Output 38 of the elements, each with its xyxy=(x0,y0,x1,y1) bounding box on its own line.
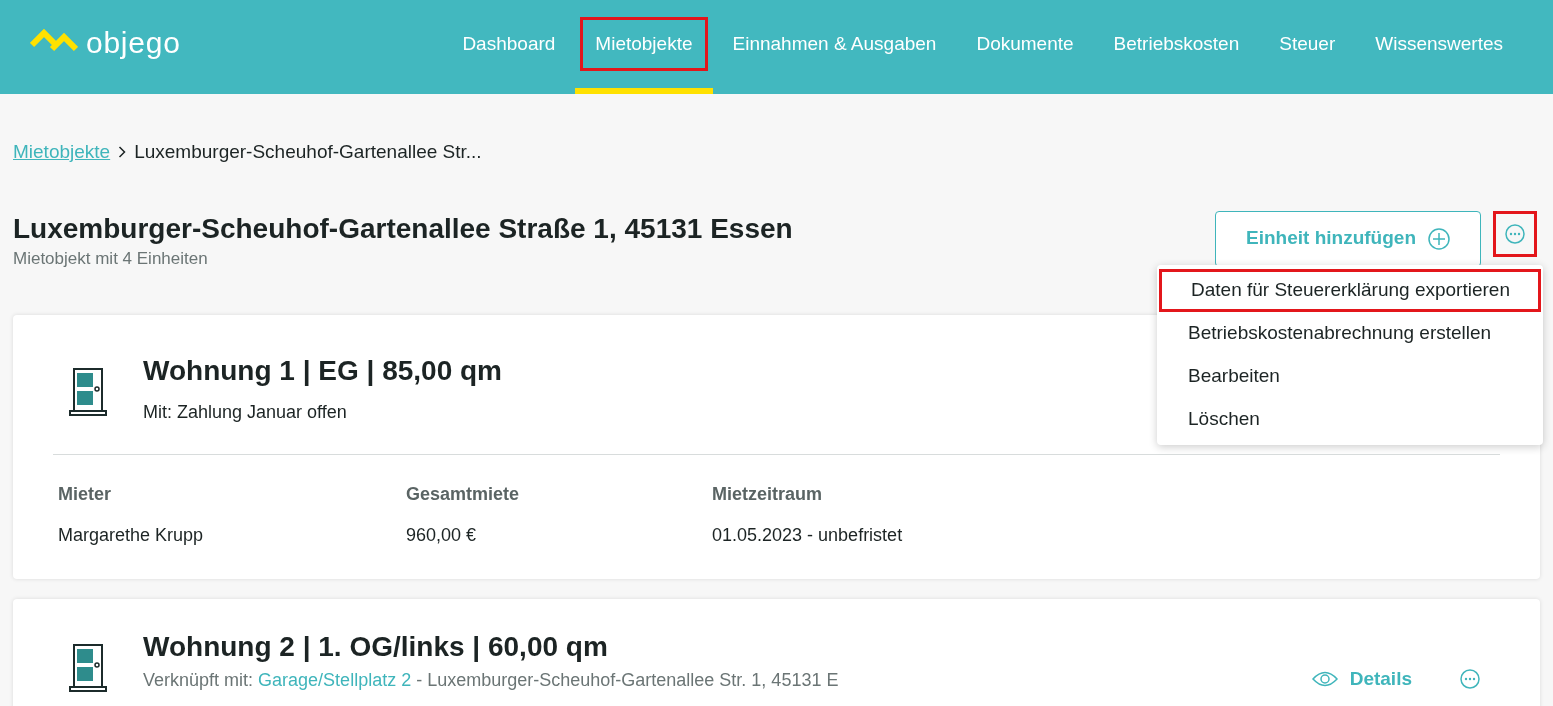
column-value: 960,00 € xyxy=(406,524,478,547)
menu-item[interactable]: Bearbeiten xyxy=(1159,354,1541,398)
linked-info: Verknüpft mit: Garage/Stellplatz 2 - Luxemburger-Scheuhof-Gartenallee Str. 1, 45131 E xyxy=(143,669,839,692)
eye-icon xyxy=(1311,670,1338,689)
unit-title: Wohnung 2 | 1. OG/links | 60,00 qm xyxy=(143,630,608,664)
logo-text: objego xyxy=(86,24,181,61)
breadcrumb-current: Luxemburger-Scheuhof-Gartenallee Str... xyxy=(134,140,482,164)
door-icon xyxy=(69,367,107,417)
page-title: Luxemburger-Scheuhof-Gartenallee Straße 1, 45131 Essen xyxy=(13,211,793,246)
column-value: Margarethe Krupp xyxy=(58,524,205,547)
menu-item[interactable]: Betriebskostenabrechnung erstellen xyxy=(1159,311,1541,355)
nav-tab[interactable]: Dokumente xyxy=(956,0,1094,94)
nav-tab[interactable]: Betriebskosten xyxy=(1093,0,1260,94)
nav-tab[interactable]: Dashboard xyxy=(442,0,576,94)
menu-item[interactable]: Löschen xyxy=(1159,397,1541,441)
chevron-icon xyxy=(118,146,127,159)
nav-tab[interactable]: Einnahmen & Ausgaben xyxy=(712,0,957,94)
breadcrumb-link[interactable]: Mietobjekte xyxy=(13,138,111,167)
linked-link[interactable]: Garage/Stellplatz 2 xyxy=(258,670,412,691)
nav-tab[interactable]: Wissenswertes xyxy=(1355,0,1523,94)
page-subtitle: Mietobjekt mit 4 Einheiten xyxy=(13,247,209,270)
unit-title: Wohnung 1 | EG | 85,00 qm xyxy=(143,354,502,388)
more-button[interactable] xyxy=(1493,210,1537,257)
column-label: Mietzeitraum xyxy=(712,483,824,506)
more-button[interactable] xyxy=(1460,669,1480,690)
column-label: Gesamtmiete xyxy=(406,483,521,506)
column-label: Mieter xyxy=(58,483,112,506)
details-button[interactable]: Details xyxy=(1311,665,1412,694)
more-icon xyxy=(1505,223,1525,244)
unit-status: Mit: Zahlung Januar offen xyxy=(143,401,347,424)
column-value: 01.05.2023 - unbefristet xyxy=(712,524,904,547)
plus-circle-icon xyxy=(1428,227,1450,250)
nav-tab[interactable]: Mietobjekte xyxy=(575,0,713,94)
nav-tab[interactable]: Steuer xyxy=(1259,0,1356,94)
menu-item[interactable]: Daten für Steuererklärung exportieren xyxy=(1159,268,1541,312)
add-unit-button[interactable]: Einheit hinzufügen xyxy=(1215,210,1481,267)
door-icon xyxy=(69,643,107,693)
more-icon xyxy=(1460,669,1480,690)
